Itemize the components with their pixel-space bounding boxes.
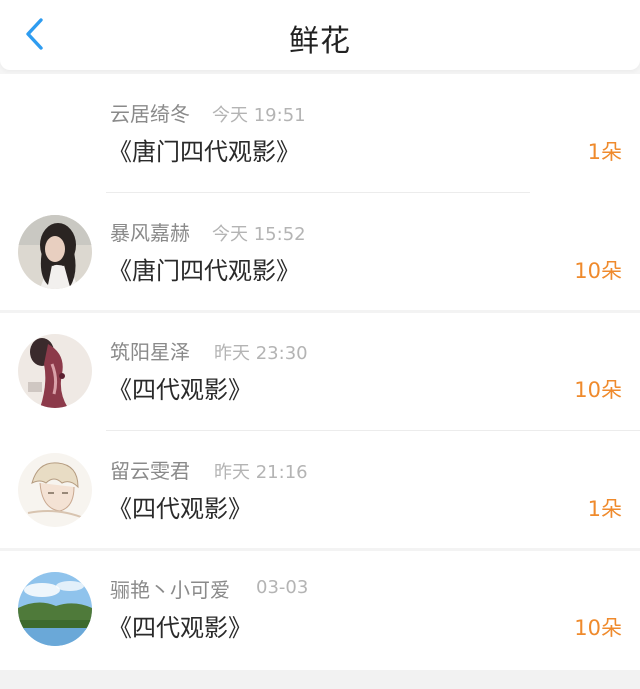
list-item[interactable]: 骊艳丶小可爱 03-03 《四代观影》 10朵 bbox=[0, 550, 640, 669]
work-title[interactable]: 《唐门四代观影》 bbox=[108, 251, 300, 286]
timestamp: 03-03 bbox=[256, 577, 309, 598]
timestamp: 昨天 21:16 bbox=[214, 462, 308, 483]
flower-count: 1朵 bbox=[587, 140, 622, 164]
flower-count: 10朵 bbox=[574, 259, 622, 283]
timestamp: 今天 15:52 bbox=[212, 224, 306, 245]
avatar-photo-figure bbox=[18, 334, 92, 408]
username[interactable]: 筑阳星泽 bbox=[110, 336, 190, 365]
username[interactable]: 骊艳丶小可爱 bbox=[110, 574, 230, 603]
list-item[interactable]: 留云雯君 昨天 21:16 《四代观影》 1朵 bbox=[0, 431, 640, 551]
screen: 鲜花 云居绮冬 今天 19:51 《唐门四代观影》 1朵 暴风嘉赫 今天 15:… bbox=[0, 0, 640, 689]
username[interactable]: 云居绮冬 bbox=[110, 98, 190, 127]
header-bar: 鲜花 bbox=[0, 0, 640, 70]
page-title: 鲜花 bbox=[289, 24, 351, 59]
work-title[interactable]: 《四代观影》 bbox=[108, 370, 252, 405]
flower-count: 10朵 bbox=[574, 378, 622, 402]
list-item[interactable]: 筑阳星泽 昨天 23:30 《四代观影》 10朵 bbox=[0, 312, 640, 431]
list-item[interactable]: 暴风嘉赫 今天 15:52 《唐门四代观影》 10朵 bbox=[0, 193, 640, 313]
work-title[interactable]: 《四代观影》 bbox=[108, 608, 252, 643]
username[interactable]: 留云雯君 bbox=[110, 455, 190, 484]
avatar[interactable] bbox=[18, 334, 92, 408]
avatar-photo-girl bbox=[18, 215, 92, 289]
username[interactable]: 暴风嘉赫 bbox=[110, 217, 190, 246]
avatar-anime-sketch bbox=[18, 453, 92, 527]
list-item[interactable]: 云居绮冬 今天 19:51 《唐门四代观影》 1朵 bbox=[0, 74, 640, 193]
work-title[interactable]: 《唐门四代观影》 bbox=[108, 132, 300, 167]
avatar[interactable] bbox=[18, 572, 92, 646]
timestamp: 昨天 23:30 bbox=[214, 343, 308, 364]
bottom-spacer bbox=[0, 670, 640, 689]
avatar-landscape bbox=[18, 572, 92, 646]
flower-list: 云居绮冬 今天 19:51 《唐门四代观影》 1朵 暴风嘉赫 今天 15:52 … bbox=[0, 74, 640, 670]
avatar[interactable] bbox=[18, 215, 92, 289]
timestamp: 今天 19:51 bbox=[212, 105, 306, 126]
flower-count: 10朵 bbox=[574, 616, 622, 640]
avatar[interactable] bbox=[18, 453, 92, 527]
flower-count: 1朵 bbox=[587, 497, 622, 521]
work-title[interactable]: 《四代观影》 bbox=[108, 489, 252, 524]
